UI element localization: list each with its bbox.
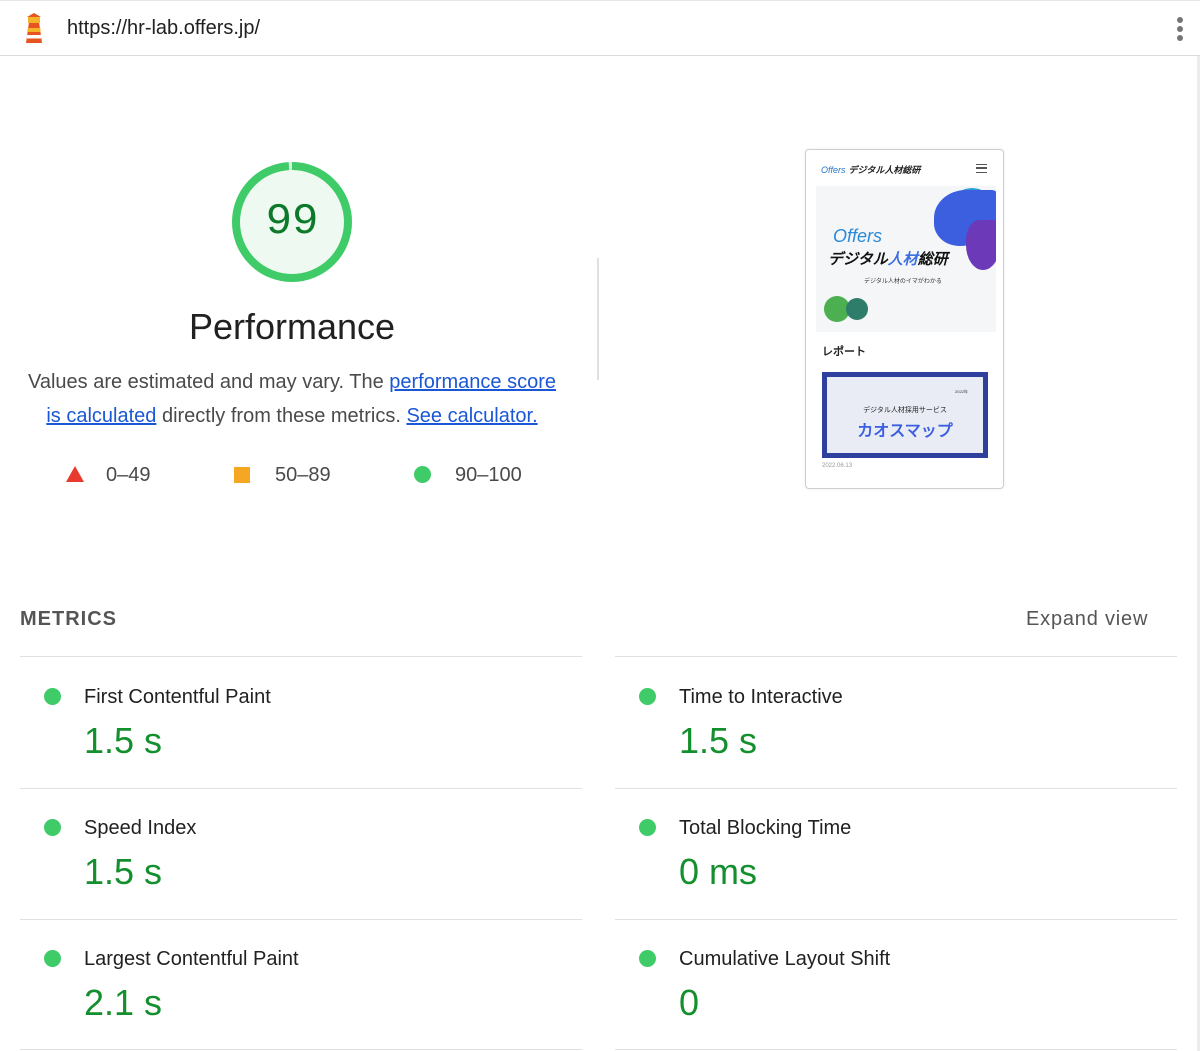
divider <box>615 656 1177 657</box>
screenshot-card: 2022年 デジタル人材採用サービス カオスマップ <box>822 372 988 458</box>
metric-label: Total Blocking Time <box>679 817 852 839</box>
expand-view-toggle[interactable]: Expand view <box>1026 608 1148 631</box>
triangle-icon <box>66 466 84 482</box>
lighthouse-icon <box>26 13 42 43</box>
metric-speed-index: Speed Index 1.5 s <box>20 789 582 919</box>
legend-fail: 0–49 <box>64 460 184 490</box>
pass-circle-icon <box>44 950 61 967</box>
see-calculator-link[interactable]: See calculator. <box>406 405 537 427</box>
metric-value: 0 <box>679 982 700 1023</box>
hero-title: Offers <box>833 226 883 246</box>
hero-subtitle: デジタル人材のイマがわかる <box>864 279 942 285</box>
hero-heading: デジタル人材総研 <box>828 251 948 268</box>
score-description: Values are estimated and may vary. The p… <box>20 365 564 433</box>
pass-circle-icon <box>44 688 61 705</box>
metric-value: 2.1 s <box>84 982 163 1023</box>
metric-value: 0 ms <box>679 851 758 892</box>
metric-label: Time to Interactive <box>679 686 843 708</box>
page-url: https://hr-lab.offers.jp/ <box>67 17 261 39</box>
circle-icon <box>414 466 431 483</box>
screenshot-hero: Offers デジタル人材総研 デジタル人材のイマがわかる <box>816 186 996 332</box>
pass-circle-icon <box>639 819 656 836</box>
kebab-menu-icon[interactable] <box>1168 14 1192 44</box>
section-divider <box>597 258 599 380</box>
metric-value: 1.5 s <box>679 720 758 761</box>
metric-label: Speed Index <box>84 817 197 839</box>
metric-first-contentful-paint: First Contentful Paint 1.5 s <box>20 658 582 788</box>
legend-label: 0–49 <box>106 464 151 486</box>
performance-score: 99 <box>265 197 319 247</box>
divider <box>20 656 582 657</box>
legend-label: 50–89 <box>275 464 331 486</box>
metric-value: 1.5 s <box>84 851 163 892</box>
screenshot-brand: Offers デジタル人材総研 <box>821 165 921 175</box>
square-icon <box>234 467 250 483</box>
legend-average: 50–89 <box>232 460 352 490</box>
legend-label: 90–100 <box>455 464 522 486</box>
description-text: Values are estimated and may vary. The <box>27 371 390 393</box>
metric-largest-contentful-paint: Largest Contentful Paint 2.1 s <box>20 920 582 1050</box>
metric-time-to-interactive: Time to Interactive 1.5 s <box>615 658 1177 788</box>
category-title: Performance <box>188 306 396 347</box>
metric-cumulative-layout-shift: Cumulative Layout Shift 0 <box>615 920 1177 1050</box>
metric-label: First Contentful Paint <box>84 686 271 708</box>
report-header: https://hr-lab.offers.jp/ <box>0 0 1200 56</box>
metrics-heading: METRICS <box>20 608 117 630</box>
pass-circle-icon <box>639 950 656 967</box>
hamburger-menu-icon <box>976 164 987 173</box>
metric-label: Cumulative Layout Shift <box>679 948 891 970</box>
description-text-middle: directly from these metrics. <box>156 405 407 427</box>
screenshot-section-title: レポート <box>822 346 866 358</box>
pass-circle-icon <box>44 819 61 836</box>
metric-total-blocking-time: Total Blocking Time 0 ms <box>615 789 1177 919</box>
pass-circle-icon <box>639 688 656 705</box>
screenshot-date: 2022.06.13 <box>822 463 853 469</box>
final-screenshot[interactable]: Offers デジタル人材総研 Offers デジタル人材総研 デジタル人材のイマ… <box>805 149 1004 489</box>
legend-pass: 90–100 <box>412 460 542 490</box>
metric-value: 1.5 s <box>84 720 163 761</box>
metric-label: Largest Contentful Paint <box>84 948 299 970</box>
